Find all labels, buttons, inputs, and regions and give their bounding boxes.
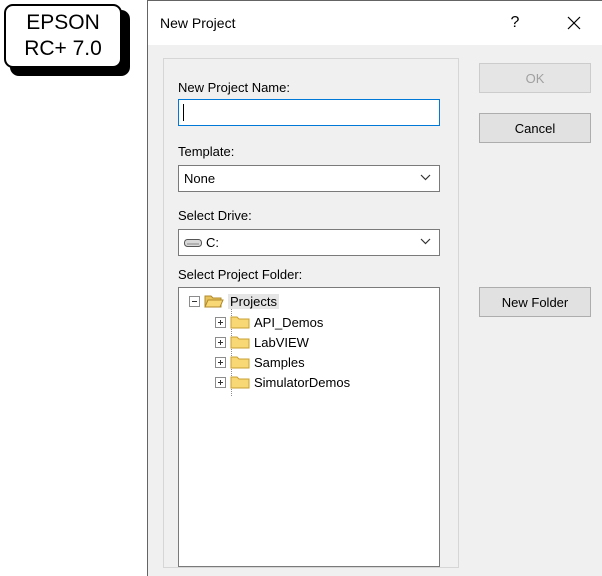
expand-icon[interactable]	[215, 376, 226, 388]
folder-open-icon	[204, 295, 224, 308]
tree-item-simulator-demos[interactable]: SimulatorDemos	[215, 372, 350, 392]
tree-label: API_Demos	[254, 314, 324, 330]
help-button[interactable]: ?	[505, 11, 525, 35]
chevron-down-icon	[420, 174, 431, 181]
tree-item-api-demos[interactable]: API_Demos	[215, 312, 323, 332]
ok-button[interactable]: OK	[479, 63, 591, 93]
drive-select[interactable]: C:	[178, 229, 440, 256]
tree-label: Samples	[254, 354, 305, 370]
collapse-icon[interactable]	[189, 295, 200, 307]
project-folder-tree[interactable]: Projects API_Demos LabVIEW Samples Simul…	[178, 287, 440, 567]
tree-item-samples[interactable]: Samples	[215, 352, 305, 372]
new-folder-button[interactable]: New Folder	[479, 287, 591, 317]
chevron-down-icon	[420, 238, 431, 245]
expand-icon[interactable]	[215, 336, 226, 348]
title-bar[interactable]: New Project ?	[148, 1, 602, 45]
folder-icon	[230, 356, 250, 369]
close-button[interactable]	[560, 9, 588, 37]
tree-item-projects[interactable]: Projects	[189, 291, 279, 311]
template-value: None	[184, 171, 216, 186]
tree-label: Projects	[228, 293, 279, 309]
badge-line-1: EPSON	[26, 11, 100, 34]
drive-icon	[184, 238, 202, 247]
cancel-button[interactable]: Cancel	[479, 113, 591, 143]
expand-icon[interactable]	[215, 356, 226, 368]
tree-label: LabVIEW	[254, 334, 309, 350]
new-project-dialog: New Project ? New Project Name: Template…	[147, 0, 602, 576]
project-name-input[interactable]	[178, 99, 440, 126]
expand-icon[interactable]	[215, 316, 226, 328]
tree-item-labview[interactable]: LabVIEW	[215, 332, 309, 352]
folder-icon	[230, 376, 250, 389]
badge-line-2: RC+ 7.0	[24, 37, 102, 60]
drive-value: C:	[206, 235, 219, 250]
folder-icon	[230, 336, 250, 349]
drive-label: Select Drive:	[178, 208, 252, 223]
epson-badge: EPSON RC+ 7.0	[4, 4, 122, 68]
folder-icon	[230, 316, 250, 329]
tree-label: SimulatorDemos	[254, 374, 351, 390]
dialog-title: New Project	[160, 15, 236, 31]
project-name-label: New Project Name:	[178, 80, 290, 95]
template-label: Template:	[178, 144, 235, 159]
text-caret	[183, 104, 184, 121]
template-select[interactable]: None	[178, 165, 440, 192]
folder-label: Select Project Folder:	[178, 267, 303, 282]
close-icon	[567, 16, 581, 30]
